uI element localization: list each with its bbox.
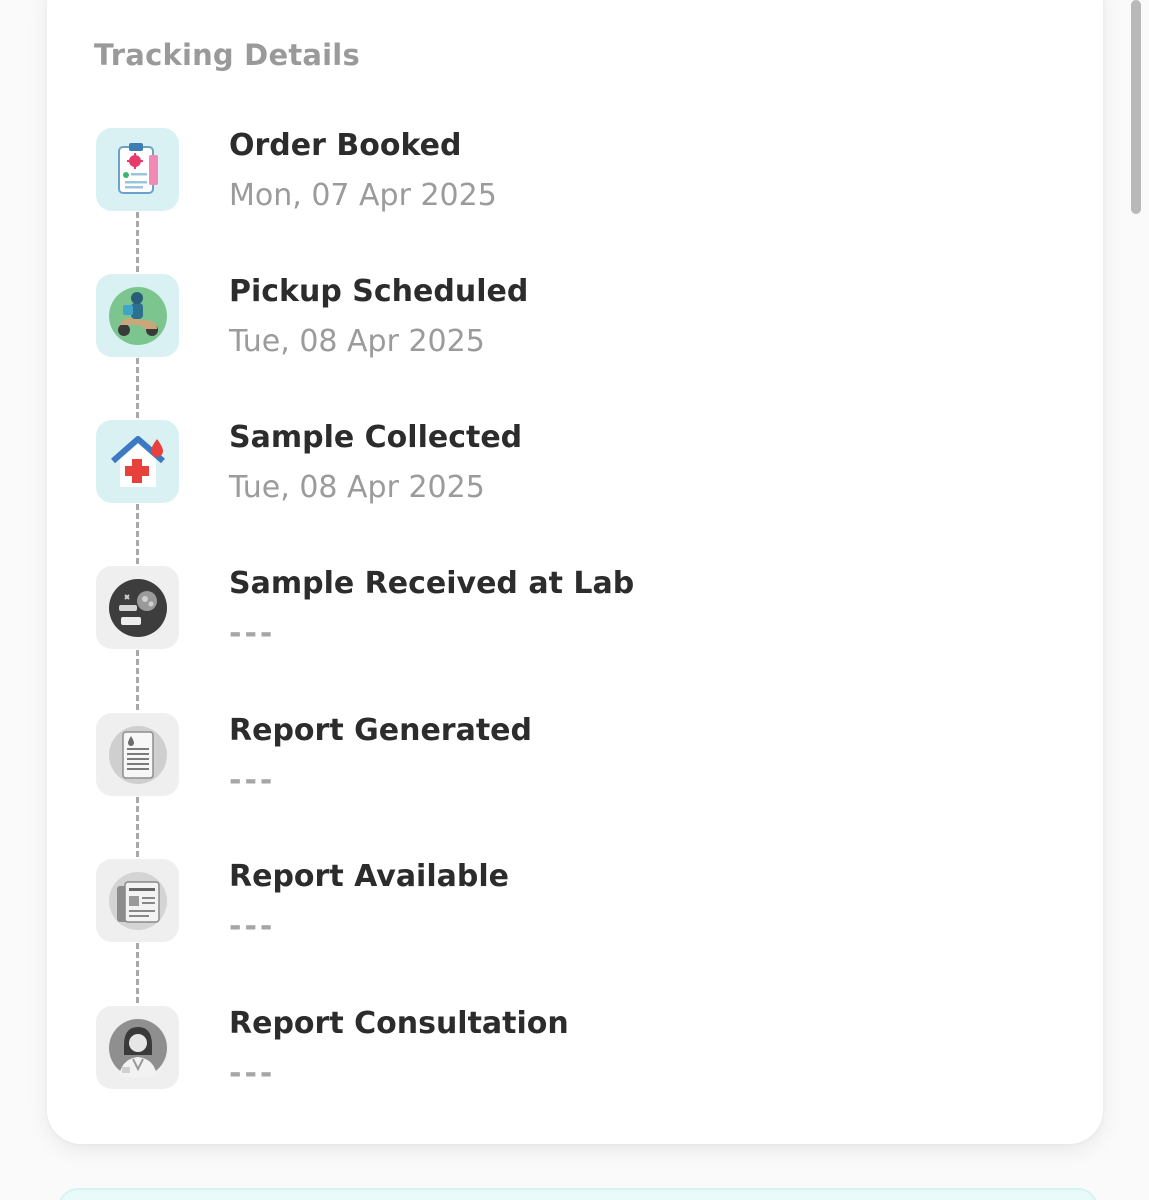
next-section-card — [58, 1188, 1098, 1200]
timeline-step-report-consultation: Report Consultation --- — [0, 1006, 1100, 1106]
step-date: Tue, 08 Apr 2025 — [229, 470, 485, 505]
lab-icon — [96, 566, 179, 649]
step-date: --- — [229, 616, 276, 651]
scrollbar[interactable] — [1131, 0, 1141, 214]
step-date: Tue, 08 Apr 2025 — [229, 324, 485, 359]
step-date: --- — [229, 1056, 276, 1091]
timeline-step-sample-received-at-lab: Sample Received at Lab --- — [0, 566, 1100, 666]
report-document-icon — [96, 713, 179, 796]
step-label: Sample Received at Lab — [229, 566, 635, 601]
screen: Tracking Details Order Booked Mon, 07 Ap… — [0, 0, 1149, 1200]
clipboard-icon — [96, 128, 179, 211]
report-files-icon — [96, 859, 179, 942]
step-label: Report Consultation — [229, 1006, 569, 1041]
step-label: Sample Collected — [229, 420, 523, 455]
timeline-step-pickup-scheduled: Pickup Scheduled Tue, 08 Apr 2025 — [0, 274, 1100, 374]
doctor-icon — [96, 1006, 179, 1089]
step-label: Report Available — [229, 859, 509, 894]
step-label: Order Booked — [229, 128, 462, 163]
step-label: Pickup Scheduled — [229, 274, 529, 309]
step-date: Mon, 07 Apr 2025 — [229, 178, 497, 213]
timeline-step-report-available: Report Available --- — [0, 859, 1100, 959]
timeline-step-sample-collected: Sample Collected Tue, 08 Apr 2025 — [0, 420, 1100, 520]
home-sample-icon — [96, 420, 179, 503]
scooter-rider-icon — [96, 274, 179, 357]
timeline-step-order-booked: Order Booked Mon, 07 Apr 2025 — [0, 128, 1100, 228]
timeline-step-report-generated: Report Generated --- — [0, 713, 1100, 813]
step-date: --- — [229, 909, 276, 944]
step-date: --- — [229, 763, 276, 798]
card-title: Tracking Details — [94, 38, 360, 72]
step-label: Report Generated — [229, 713, 532, 748]
